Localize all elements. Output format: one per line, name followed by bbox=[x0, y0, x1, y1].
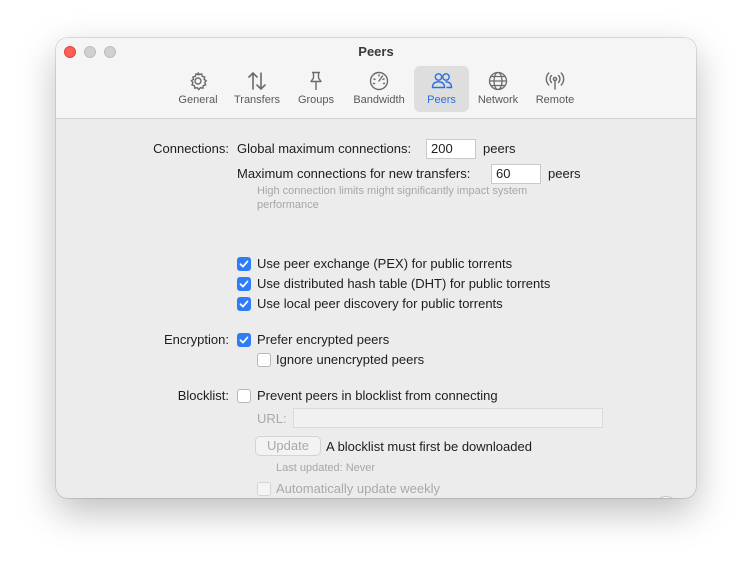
blocklist-status: A blocklist must first be downloaded bbox=[326, 439, 532, 454]
auto-update-checkbox[interactable] bbox=[257, 482, 271, 496]
tab-label: Remote bbox=[535, 94, 575, 106]
ignore-unencrypted-checkbox[interactable] bbox=[257, 353, 271, 367]
blocklist-label: Blocklist: bbox=[177, 388, 229, 403]
toolbar: Peers General Transfers Groups Bandwidth… bbox=[56, 38, 696, 119]
tab-remote[interactable]: Remote bbox=[531, 66, 579, 112]
tab-groups[interactable]: Groups bbox=[292, 66, 340, 112]
checkmark-icon bbox=[239, 300, 249, 308]
tab-label: Bandwidth bbox=[353, 94, 405, 106]
help-button[interactable]: ? bbox=[655, 496, 677, 498]
pex-label: Use peer exchange (PEX) for public torre… bbox=[257, 256, 513, 271]
update-button[interactable]: Update bbox=[255, 436, 321, 456]
dht-checkbox[interactable] bbox=[237, 277, 251, 291]
arrows-up-down-icon bbox=[248, 72, 266, 90]
peers-pane: Connections: Global maximum connections:… bbox=[56, 119, 696, 498]
new-transfer-connections-unit: peers bbox=[548, 166, 581, 181]
blocklist-last-updated: Last updated: Never bbox=[276, 462, 376, 474]
connections-label: Connections: bbox=[153, 141, 229, 156]
tab-label: Network bbox=[477, 94, 519, 106]
pushpin-icon bbox=[310, 71, 322, 90]
auto-update-label: Automatically update weekly bbox=[276, 481, 441, 496]
blocklist-url-field[interactable] bbox=[293, 408, 603, 428]
new-transfer-connections-field[interactable]: 60 bbox=[491, 164, 541, 184]
tab-peers[interactable]: Peers bbox=[414, 66, 469, 112]
tab-label: Peers bbox=[427, 94, 456, 106]
globe-icon bbox=[488, 71, 508, 91]
blocklist-url-label: URL: bbox=[257, 411, 287, 426]
blocklist-prevent-label: Prevent peers in blocklist from connecti… bbox=[257, 388, 498, 403]
global-connections-label: Global maximum connections: bbox=[237, 141, 412, 156]
gear-icon bbox=[190, 72, 208, 91]
prefer-encrypted-label: Prefer encrypted peers bbox=[257, 332, 390, 347]
tab-label: Transfers bbox=[233, 94, 281, 106]
encryption-label: Encryption: bbox=[163, 332, 229, 347]
window-title: Peers bbox=[358, 44, 394, 59]
tab-label: General bbox=[178, 94, 218, 106]
ignore-unencrypted-label: Ignore unencrypted peers bbox=[276, 352, 425, 367]
checkmark-icon bbox=[239, 336, 249, 344]
connection-warning-text-2: performance bbox=[257, 199, 319, 211]
checkmark-icon bbox=[239, 260, 249, 268]
global-connections-unit: peers bbox=[483, 141, 516, 156]
lpd-label: Use local peer discovery for public torr… bbox=[257, 296, 503, 311]
checkmark-icon bbox=[239, 280, 249, 288]
antenna-icon bbox=[545, 72, 565, 90]
prefer-encrypted-checkbox[interactable] bbox=[237, 333, 251, 347]
speedometer-icon bbox=[369, 71, 389, 91]
connection-warning-text: High connection limits might significant… bbox=[257, 185, 528, 197]
tab-network[interactable]: Network bbox=[473, 66, 523, 112]
new-transfer-connections-label: Maximum connections for new transfers: bbox=[237, 166, 471, 181]
dht-label: Use distributed hash table (DHT) for pub… bbox=[257, 276, 551, 291]
global-connections-field[interactable]: 200 bbox=[426, 139, 476, 159]
lpd-checkbox[interactable] bbox=[237, 297, 251, 311]
tab-bandwidth[interactable]: Bandwidth bbox=[346, 66, 412, 112]
tab-transfers[interactable]: Transfers bbox=[230, 66, 284, 112]
tab-label: Groups bbox=[297, 94, 335, 106]
blocklist-checkbox[interactable] bbox=[237, 389, 251, 403]
preferences-window: Peers General Transfers Groups Bandwidth… bbox=[56, 38, 696, 498]
pex-checkbox[interactable] bbox=[237, 257, 251, 271]
tab-general[interactable]: General bbox=[174, 66, 222, 112]
people-icon bbox=[431, 73, 452, 89]
